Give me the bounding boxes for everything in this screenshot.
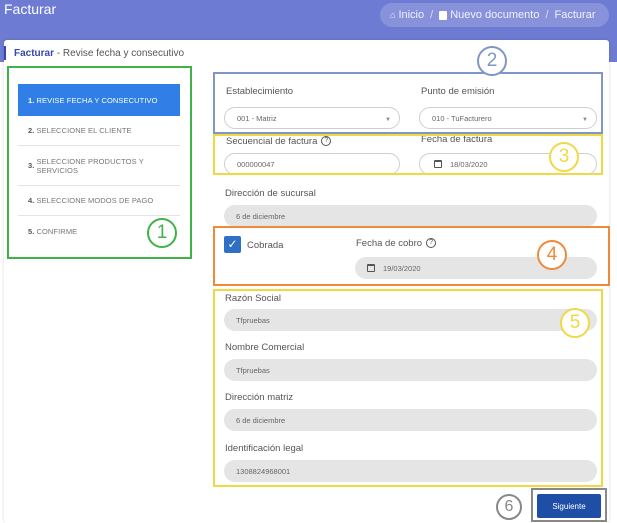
breadcrumb-separator: / xyxy=(545,9,549,21)
breadcrumb-new-document[interactable]: Nuevo documento xyxy=(450,9,539,21)
annotation-box-2 xyxy=(213,72,603,134)
annotation-number-4: 4 xyxy=(537,240,567,270)
direccion-sucursal-input: 6 de diciembre xyxy=(224,205,597,227)
annotation-box-3 xyxy=(213,134,603,175)
direccion-sucursal-label: Dirección de sucursal xyxy=(225,188,316,199)
document-icon xyxy=(439,10,448,20)
annotation-box-5 xyxy=(213,289,603,487)
breadcrumb: ⌂ Inicio / Nuevo documento / Facturar xyxy=(380,3,609,27)
breadcrumb-separator: / xyxy=(430,9,434,21)
card-title: Facturar xyxy=(14,48,55,59)
page-title: Facturar xyxy=(4,1,57,17)
breadcrumb-current: Facturar xyxy=(554,9,596,21)
annotation-number-1: 1 xyxy=(147,218,177,248)
breadcrumb-home[interactable]: Inicio xyxy=(398,9,424,21)
annotation-box-6 xyxy=(531,488,607,522)
direccion-sucursal-value: 6 de diciembre xyxy=(236,211,286,221)
annotation-number-3: 3 xyxy=(549,142,579,172)
annotation-number-6: 6 xyxy=(496,494,522,520)
annotation-number-5: 5 xyxy=(560,308,590,338)
card-heading: Facturar - Revise fecha y consecutivo xyxy=(14,48,185,59)
annotation-number-2: 2 xyxy=(477,46,507,76)
card-subtitle: Revise fecha y consecutivo xyxy=(62,48,185,59)
home-icon: ⌂ xyxy=(390,10,396,20)
card-accent-bar xyxy=(4,46,6,60)
